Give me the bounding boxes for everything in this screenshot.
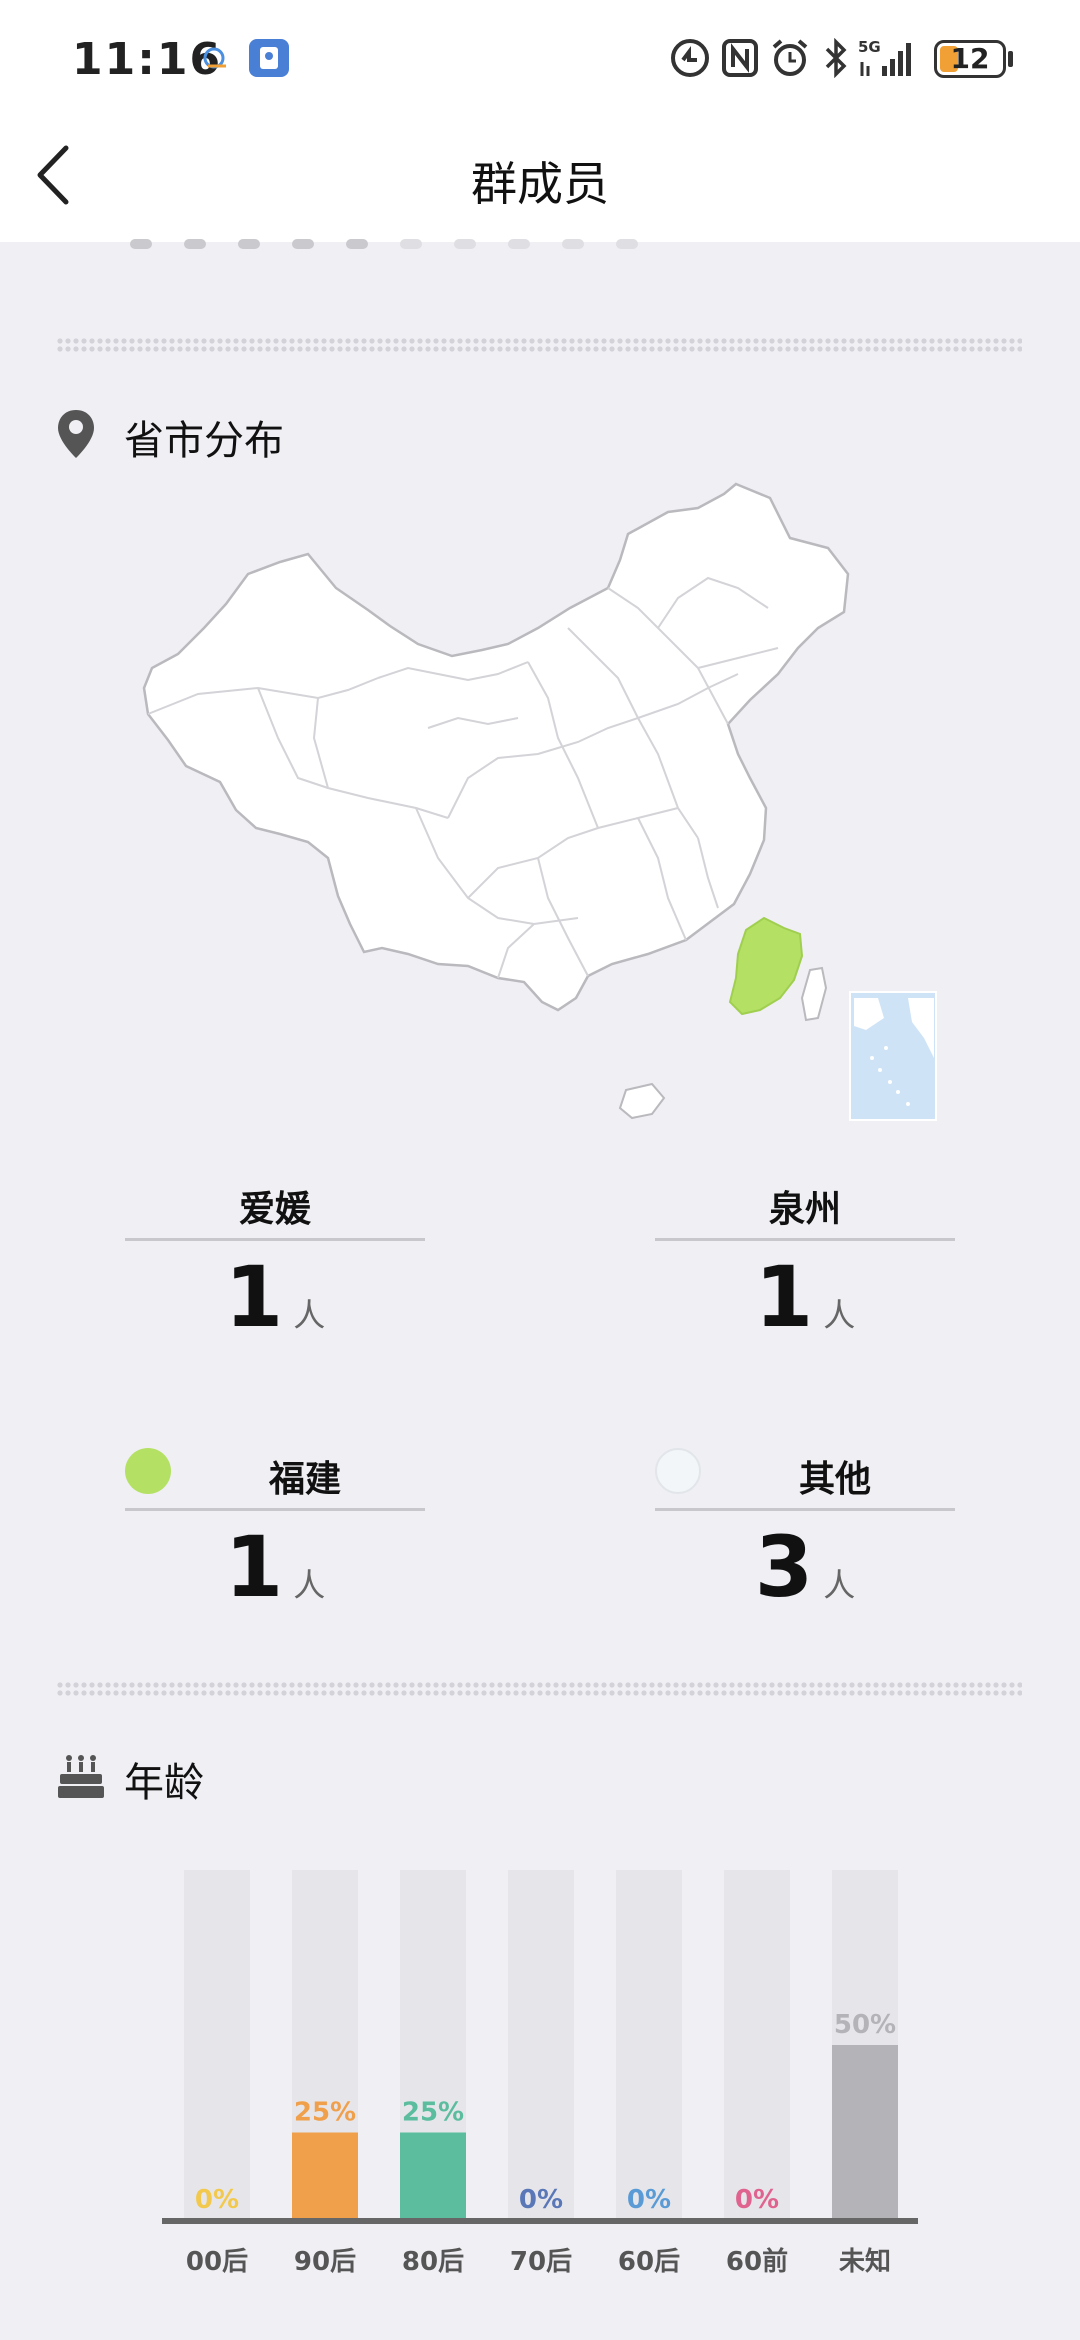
stat-count: 1 — [754, 1248, 814, 1346]
stat-underline — [655, 1508, 955, 1511]
battery-icon: 12 — [934, 40, 1006, 78]
bar-6 — [832, 2045, 898, 2220]
category-label: 00后 — [186, 2247, 248, 2277]
nfc-icon — [722, 39, 758, 77]
category-label: 未知 — [839, 2247, 891, 2277]
stat-label: 其他 — [798, 1459, 871, 1500]
china-map[interactable] — [138, 478, 948, 1128]
section-divider — [56, 337, 1022, 353]
stat-count: 1 — [224, 1518, 284, 1616]
category-label: 90后 — [294, 2247, 356, 2277]
map-hainan — [618, 1082, 666, 1120]
status-bar: 11:16 5G 12 — [0, 0, 1080, 108]
scroll-remnant-dots — [130, 234, 670, 249]
stat-underline — [655, 1238, 955, 1241]
category-label: 80后 — [402, 2247, 464, 2277]
battery-level: 12 — [950, 42, 990, 75]
bar-track — [724, 1870, 790, 2220]
category-label: 60前 — [726, 2246, 788, 2277]
bluetooth-icon — [825, 38, 847, 78]
bar-2 — [400, 2132, 466, 2220]
stat-label: 爱媛 — [238, 1189, 311, 1230]
map-taiwan — [800, 966, 828, 1022]
weather-icon — [203, 47, 226, 69]
stat-underline — [125, 1238, 425, 1241]
signal-icon: 5G — [858, 38, 911, 76]
page-title: 群成员 — [471, 157, 609, 211]
data-label: 0% — [735, 2185, 779, 2215]
stat-underline — [125, 1508, 425, 1511]
data-label: 0% — [195, 2185, 239, 2215]
stat-count: 1 — [224, 1248, 284, 1346]
data-label: 25% — [294, 2098, 356, 2128]
south-china-sea-inset — [849, 991, 937, 1121]
stat-unit: 人 — [293, 1566, 326, 1604]
data-saver-icon — [671, 39, 709, 77]
data-label: 25% — [402, 2098, 464, 2128]
map-mainland — [142, 482, 850, 1012]
stat-label: 福建 — [268, 1459, 341, 1500]
age-section-title: 年龄 — [124, 1760, 204, 1806]
app-notification-icon — [249, 39, 289, 77]
province-section-title: 省市分布 — [124, 418, 284, 464]
data-label: 0% — [627, 2185, 671, 2215]
stat-unit: 人 — [823, 1296, 856, 1334]
bar-1 — [292, 2132, 358, 2220]
stat-count: 3 — [754, 1518, 814, 1616]
section-divider — [56, 1681, 1022, 1697]
x-axis-line — [162, 2218, 918, 2224]
category-label: 60后 — [618, 2247, 680, 2277]
bar-track — [184, 1870, 250, 2220]
data-label: 0% — [519, 2185, 563, 2215]
category-label: 70后 — [510, 2247, 572, 2277]
birthday-cake-icon — [58, 1755, 104, 1798]
stat-unit: 人 — [823, 1566, 856, 1604]
nav-bar: 群成员 — [0, 108, 1080, 242]
alarm-icon — [772, 39, 808, 76]
stat-unit: 人 — [293, 1296, 326, 1334]
data-label: 50% — [834, 2010, 896, 2040]
bar-track — [616, 1870, 682, 2220]
network-label: 5G — [858, 38, 881, 56]
location-pin-icon — [58, 410, 94, 458]
bar-track — [508, 1870, 574, 2220]
age-bar-chart: 0% 00后 25% 90后 25% 80后 0% 70后 0% 60后 0% 60前 50% 未知 — [162, 1870, 918, 2277]
stat-label: 泉州 — [768, 1189, 841, 1230]
map-highlight-fujian — [728, 916, 804, 1016]
